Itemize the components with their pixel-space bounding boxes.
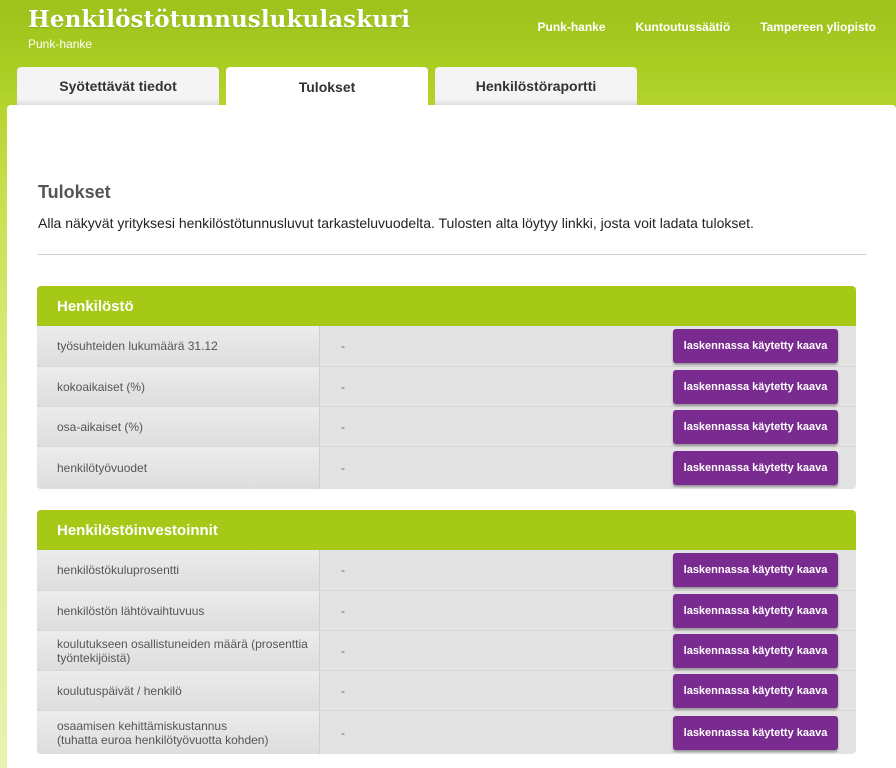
row-label: henkilötyövuodet — [37, 447, 320, 489]
row-value: - — [341, 563, 345, 577]
section-henkilosto: Henkilöstö työsuhteiden lukumäärä 31.12 … — [37, 286, 856, 489]
toplink-tampereen-yliopisto[interactable]: Tampereen yliopisto — [760, 20, 876, 34]
tab-bar: Syötettävät tiedot Tulokset Henkilöstöra… — [17, 67, 637, 106]
row-value: - — [341, 603, 345, 618]
row-value-cell: - laskennassa käytetty kaava — [320, 631, 856, 670]
row-value: - — [341, 419, 345, 434]
tab-syotettavat-tiedot[interactable]: Syötettävät tiedot — [17, 67, 219, 105]
row-value-cell: - laskennassa käytetty kaava — [320, 447, 856, 489]
row-value-cell: - laskennassa käytetty kaava — [320, 367, 856, 406]
row-label: henkilöstön lähtövaihtuvuus — [37, 591, 320, 630]
formula-button[interactable]: laskennassa käytetty kaava — [673, 553, 838, 587]
row-value: - — [341, 643, 345, 658]
main-content: Tulokset Alla näkyvät yrityksesi henkilö… — [7, 105, 896, 768]
formula-button[interactable]: laskennassa käytetty kaava — [673, 451, 838, 485]
toplink-punk-hanke[interactable]: Punk-hanke — [538, 20, 606, 34]
row-label: osaamisen kehittämiskustannus (tuhatta e… — [37, 711, 320, 754]
row-value-cell: - laskennassa käytetty kaava — [320, 550, 856, 590]
row-label: henkilöstökuluprosentti — [37, 550, 320, 590]
section-header: Henkilöstöinvestoinnit — [37, 510, 856, 550]
table-row: kokoaikaiset (%) - laskennassa käytetty … — [37, 366, 856, 406]
row-label: kokoaikaiset (%) — [37, 367, 320, 406]
table-row: työsuhteiden lukumäärä 31.12 - laskennas… — [37, 326, 856, 366]
row-label: osa-aikaiset (%) — [37, 407, 320, 446]
row-label: koulutukseen osallistuneiden määrä (pros… — [37, 631, 320, 670]
row-label: koulutuspäivät / henkilö — [37, 671, 320, 710]
formula-button[interactable]: laskennassa käytetty kaava — [673, 673, 838, 708]
formula-button[interactable]: laskennassa käytetty kaava — [673, 369, 838, 404]
tab-tulokset[interactable]: Tulokset — [226, 67, 428, 106]
table-row: henkilötyövuodet - laskennassa käytetty … — [37, 446, 856, 489]
formula-button[interactable]: laskennassa käytetty kaava — [673, 329, 838, 363]
table-row: koulutukseen osallistuneiden määrä (pros… — [37, 630, 856, 670]
row-value: - — [341, 725, 345, 740]
page-header: Henkilöstötunnuslukulaskuri Punk-hanke P… — [0, 0, 896, 106]
row-label: työsuhteiden lukumäärä 31.12 — [37, 326, 320, 366]
app-subtitle: Punk-hanke — [28, 37, 93, 51]
section-header: Henkilöstö — [37, 286, 856, 326]
top-navigation: Punk-hanke Kuntoutussäätiö Tampereen yli… — [538, 20, 877, 34]
row-value: - — [341, 461, 345, 475]
row-value-cell: - laskennassa käytetty kaava — [320, 407, 856, 446]
tab-henkilostoraportti[interactable]: Henkilöstöraportti — [435, 67, 637, 105]
formula-button[interactable]: laskennassa käytetty kaava — [673, 593, 838, 628]
table-row: koulutuspäivät / henkilö - laskennassa k… — [37, 670, 856, 710]
row-value-cell: - laskennassa käytetty kaava — [320, 591, 856, 630]
row-value: - — [341, 683, 345, 698]
table-row: henkilöstökuluprosentti - laskennassa kä… — [37, 550, 856, 590]
row-value-cell: - laskennassa käytetty kaava — [320, 711, 856, 754]
section-body: henkilöstökuluprosentti - laskennassa kä… — [37, 550, 856, 754]
row-value-cell: - laskennassa käytetty kaava — [320, 326, 856, 366]
formula-button[interactable]: laskennassa käytetty kaava — [673, 715, 838, 750]
intro-text: Alla näkyvät yrityksesi henkilöstötunnus… — [38, 215, 754, 231]
table-row: osaamisen kehittämiskustannus (tuhatta e… — [37, 710, 856, 754]
table-row: osa-aikaiset (%) - laskennassa käytetty … — [37, 406, 856, 446]
table-row: henkilöstön lähtövaihtuvuus - laskennass… — [37, 590, 856, 630]
divider — [38, 254, 866, 255]
page-title: Tulokset — [38, 182, 111, 202]
section-henkilostoinvestoinnit: Henkilöstöinvestoinnit henkilöstökulupro… — [37, 510, 856, 754]
row-value: - — [341, 339, 345, 353]
formula-button[interactable]: laskennassa käytetty kaava — [673, 633, 838, 668]
app-title[interactable]: Henkilöstötunnuslukulaskuri — [28, 6, 410, 33]
row-value-cell: - laskennassa käytetty kaava — [320, 671, 856, 710]
row-value: - — [341, 379, 345, 394]
section-body: työsuhteiden lukumäärä 31.12 - laskennas… — [37, 326, 856, 489]
toplink-kuntoutussaatio[interactable]: Kuntoutussäätiö — [636, 20, 731, 34]
formula-button[interactable]: laskennassa käytetty kaava — [673, 409, 838, 444]
